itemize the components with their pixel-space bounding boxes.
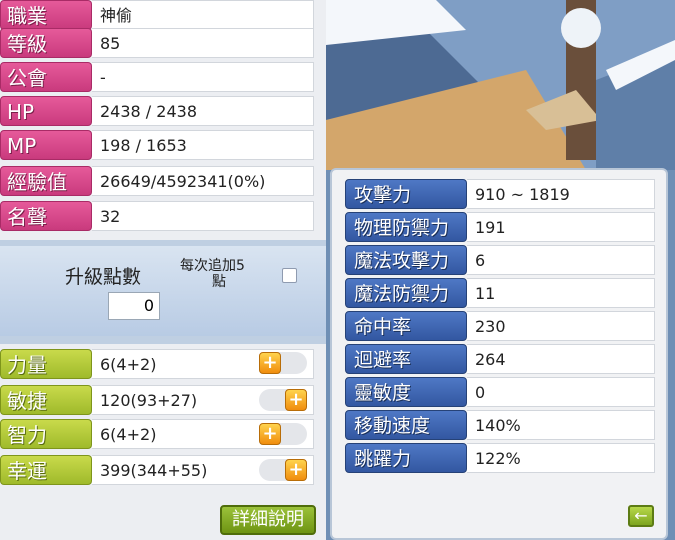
accuracy-label: 命中率 bbox=[345, 311, 467, 341]
info-row-job: 職業 神偷 bbox=[0, 0, 314, 30]
combat-row-jump: 跳躍力 122% bbox=[345, 443, 655, 473]
exp-value: 26649/4592341(0%) bbox=[92, 166, 314, 196]
level-points-title: 升級點數 bbox=[65, 266, 142, 288]
matk-label: 魔法攻擊力 bbox=[345, 245, 467, 275]
mdef-value: 11 bbox=[467, 278, 655, 308]
str-label: 力量 bbox=[0, 349, 92, 379]
auto-add-label: 每次追加5 點 bbox=[180, 258, 245, 290]
info-row-exp: 經驗值 26649/4592341(0%) bbox=[0, 166, 314, 196]
auto-add-label-line2: 點 bbox=[212, 274, 226, 290]
dex-label: 敏捷 bbox=[0, 385, 92, 415]
mp-value: 198 / 1653 bbox=[92, 130, 314, 160]
info-row-level: 等級 85 bbox=[0, 28, 314, 58]
mp-label: MP bbox=[0, 130, 92, 160]
combat-row-attack: 攻擊力 910 ~ 1819 bbox=[345, 179, 655, 209]
job-value: 神偷 bbox=[92, 0, 314, 30]
jump-value: 122% bbox=[467, 443, 655, 473]
attack-value: 910 ~ 1819 bbox=[467, 179, 655, 209]
level-value: 85 bbox=[92, 28, 314, 58]
back-arrow-icon: ← bbox=[634, 506, 648, 525]
attack-label: 攻擊力 bbox=[345, 179, 467, 209]
agility-label: 靈敏度 bbox=[345, 377, 467, 407]
fame-label: 名聲 bbox=[0, 201, 92, 231]
level-points-box: 升級點數 0 每次追加5 點 bbox=[0, 246, 326, 336]
combat-row-matk: 魔法攻擊力 6 bbox=[345, 245, 655, 275]
level-points-value: 0 bbox=[108, 292, 160, 320]
accuracy-value: 230 bbox=[467, 311, 655, 341]
info-row-fame: 名聲 32 bbox=[0, 201, 314, 231]
avoid-label: 迴避率 bbox=[345, 344, 467, 374]
mdef-label: 魔法防禦力 bbox=[345, 278, 467, 308]
info-row-guild: 公會 - bbox=[0, 62, 314, 92]
int-increase-button[interactable]: + bbox=[259, 423, 281, 445]
int-increase-container: + bbox=[259, 423, 307, 445]
matk-value: 6 bbox=[467, 245, 655, 275]
int-label: 智力 bbox=[0, 419, 92, 449]
avoid-value: 264 bbox=[467, 344, 655, 374]
hp-label: HP bbox=[0, 96, 92, 126]
back-button[interactable]: ← bbox=[628, 505, 654, 527]
combat-row-speed: 移動速度 140% bbox=[345, 410, 655, 440]
exp-label: 經驗值 bbox=[0, 166, 92, 196]
combat-row-wdef: 物理防禦力 191 bbox=[345, 212, 655, 242]
luk-increase-button[interactable]: + bbox=[285, 459, 307, 481]
wdef-label: 物理防禦力 bbox=[345, 212, 467, 242]
agility-value: 0 bbox=[467, 377, 655, 407]
str-increase-container: + bbox=[259, 352, 307, 374]
dex-increase-button[interactable]: + bbox=[285, 389, 307, 411]
section-divider bbox=[0, 336, 326, 344]
job-label: 職業 bbox=[0, 0, 92, 30]
guild-value: - bbox=[92, 62, 314, 92]
combat-row-mdef: 魔法防禦力 11 bbox=[345, 278, 655, 308]
hp-value: 2438 / 2438 bbox=[92, 96, 314, 126]
luk-increase-container: + bbox=[259, 459, 307, 481]
details-button[interactable]: 詳細說明 bbox=[220, 505, 316, 535]
luk-label: 幸運 bbox=[0, 455, 92, 485]
info-row-hp: HP 2438 / 2438 bbox=[0, 96, 314, 126]
auto-add-label-line1: 每次追加5 bbox=[180, 258, 245, 274]
jump-label: 跳躍力 bbox=[345, 443, 467, 473]
level-label: 等級 bbox=[0, 28, 92, 58]
wdef-value: 191 bbox=[467, 212, 655, 242]
combat-row-agility: 靈敏度 0 bbox=[345, 377, 655, 407]
fame-value: 32 bbox=[92, 201, 314, 231]
auto-add-checkbox[interactable] bbox=[282, 268, 297, 283]
guild-label: 公會 bbox=[0, 62, 92, 92]
speed-label: 移動速度 bbox=[345, 410, 467, 440]
dex-increase-container: + bbox=[259, 389, 307, 411]
combat-row-avoid: 迴避率 264 bbox=[345, 344, 655, 374]
combat-row-accuracy: 命中率 230 bbox=[345, 311, 655, 341]
speed-value: 140% bbox=[467, 410, 655, 440]
str-increase-button[interactable]: + bbox=[259, 352, 281, 374]
info-row-mp: MP 198 / 1653 bbox=[0, 130, 314, 160]
